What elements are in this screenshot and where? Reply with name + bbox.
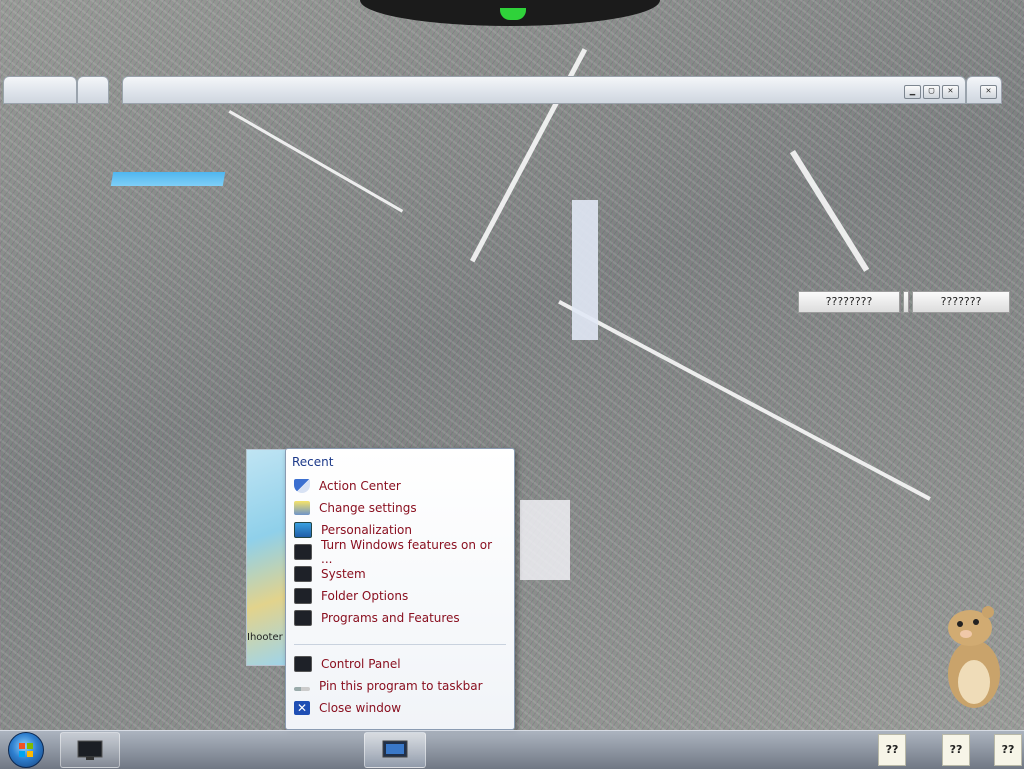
- window-controls: ✕: [980, 85, 997, 99]
- side-button[interactable]: ???????: [912, 291, 1010, 313]
- tray-icon[interactable]: ??: [994, 734, 1022, 766]
- window-controls: ▁ ▢ ✕: [904, 85, 959, 99]
- monitor-icon: [294, 656, 312, 672]
- window-titlebar[interactable]: ▁ ▢ ✕: [122, 76, 966, 104]
- hamster-mascot-icon: [948, 606, 1000, 708]
- jump-list-item-label: Pin this program to taskbar: [319, 679, 483, 693]
- jump-list-item-folder-options[interactable]: Folder Options: [292, 586, 506, 606]
- jump-list-item-personalization[interactable]: Personalization: [292, 520, 506, 540]
- jump-list-item-label: Personalization: [321, 523, 412, 537]
- jump-list-item-pin-taskbar[interactable]: Pin this program to taskbar: [292, 676, 506, 696]
- jump-list-item-label: Close window: [319, 701, 402, 715]
- jump-list-item-label: Change settings: [319, 501, 417, 515]
- jump-list-item-label: Turn Windows features on or ...: [321, 538, 493, 566]
- pin-icon: [294, 686, 310, 691]
- jump-list-item-system[interactable]: System: [292, 564, 506, 584]
- jump-list-item-label: Folder Options: [321, 589, 409, 603]
- window-titlebar[interactable]: [3, 76, 77, 104]
- control-panel-icon: [382, 740, 408, 758]
- maximize-button[interactable]: ▢: [923, 85, 940, 99]
- window-preview-thumbnail[interactable]: Ihooter: [246, 449, 287, 666]
- jump-list-menu: Recent Action Center Change settings Per…: [285, 448, 515, 730]
- monitor-icon: [294, 566, 312, 582]
- windows-logo-icon: [19, 743, 33, 757]
- jump-list-item-label: Action Center: [319, 479, 401, 493]
- shield-icon: [294, 479, 310, 493]
- preview-label: Ihooter: [247, 632, 283, 643]
- minimize-button[interactable]: ▁: [904, 85, 921, 99]
- monitor-icon: [294, 544, 312, 560]
- jump-list-header: Recent: [292, 455, 334, 469]
- jump-list-item-label: Control Panel: [321, 657, 401, 671]
- monitor-icon: [294, 610, 312, 626]
- window-titlebar[interactable]: [77, 76, 109, 104]
- jump-list-item-label: System: [321, 567, 366, 581]
- side-buttons: ???????? ???????: [798, 291, 1010, 313]
- wallpaper-blue-band: [110, 172, 226, 186]
- jump-list-item-programs-features[interactable]: Programs and Features: [292, 608, 506, 628]
- monitor-icon: [77, 740, 103, 760]
- jump-list-item-close-window[interactable]: ✕ Close window: [292, 698, 506, 718]
- personalization-icon: [294, 522, 312, 538]
- wallpaper-streak: [520, 500, 570, 580]
- jump-list-item-label: Programs and Features: [321, 611, 460, 625]
- side-button[interactable]: [903, 291, 909, 313]
- tray-icon[interactable]: ??: [942, 734, 970, 766]
- taskbar-button-control-panel[interactable]: [364, 732, 426, 768]
- jump-list-item-change-settings[interactable]: Change settings: [292, 498, 506, 518]
- close-button[interactable]: ✕: [942, 85, 959, 99]
- settings-icon: [294, 501, 310, 515]
- jump-list-item-windows-features[interactable]: Turn Windows features on or ...: [292, 538, 506, 566]
- jump-list-item-control-panel[interactable]: Control Panel: [292, 654, 506, 674]
- taskbar: [0, 730, 1024, 769]
- monitor-icon: [294, 588, 312, 604]
- close-button[interactable]: ✕: [980, 85, 997, 99]
- jump-list-item-action-center[interactable]: Action Center: [292, 476, 506, 496]
- taskbar-button-computer[interactable]: [60, 732, 120, 768]
- side-button[interactable]: ????????: [798, 291, 900, 313]
- jump-list-separator: [294, 644, 506, 645]
- start-button[interactable]: [8, 732, 44, 768]
- wallpaper-streak: [572, 200, 598, 340]
- close-icon: ✕: [294, 701, 310, 715]
- tray-icon[interactable]: ??: [878, 734, 906, 766]
- window-titlebar[interactable]: ✕: [966, 76, 1002, 104]
